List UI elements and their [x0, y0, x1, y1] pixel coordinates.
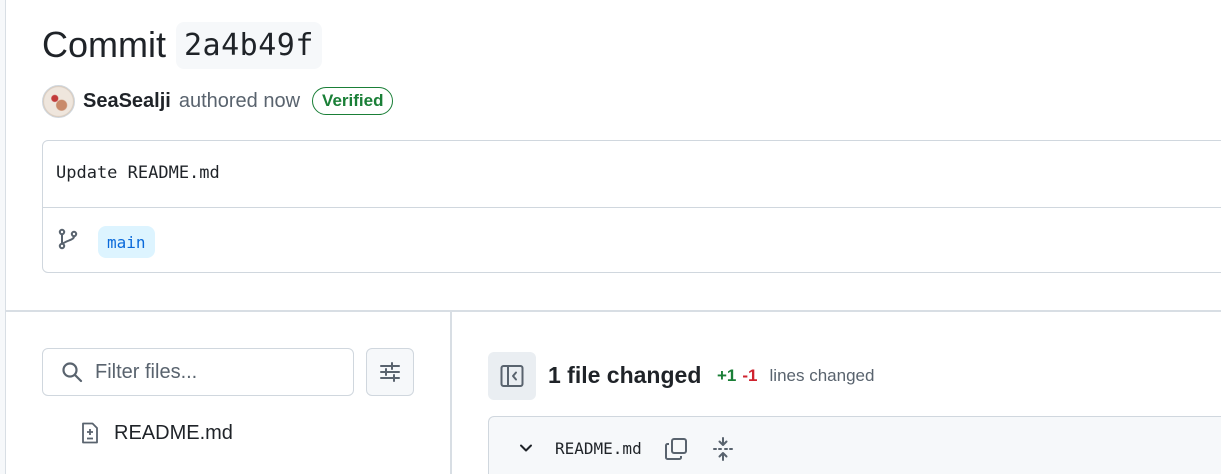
diff-file-header: README.md — [488, 416, 1221, 474]
commit-message: Update README.md — [56, 163, 220, 183]
files-changed-count: 1 file changed — [548, 362, 702, 388]
filter-placeholder: Filter files... — [95, 360, 198, 383]
left-edge-rule — [0, 0, 6, 474]
avatar[interactable] — [42, 84, 75, 118]
author-row: SeaSealji authored now Verified — [42, 84, 394, 118]
file-tree-item[interactable]: README.md — [78, 418, 233, 448]
chevron-down-icon[interactable] — [517, 439, 535, 457]
copy-icon[interactable] — [663, 436, 689, 462]
search-icon — [61, 361, 83, 383]
commit-title: Commit 2a4b49f — [42, 18, 322, 72]
toggle-file-tree-button[interactable] — [488, 352, 536, 400]
commit-message-card: Update README.md main — [42, 140, 1221, 273]
card-divider — [43, 207, 1221, 208]
diffstat: +1 -1 lines changed — [717, 366, 874, 386]
commit-page: Commit 2a4b49f SeaSealji authored now Ve… — [0, 0, 1221, 474]
sliders-icon — [379, 361, 401, 383]
filter-files-input[interactable]: Filter files... — [42, 348, 354, 396]
pane-divider[interactable] — [450, 312, 452, 474]
page-title: Commit — [42, 24, 166, 65]
lines-changed-label: lines changed — [769, 366, 875, 385]
deletions-count: -1 — [742, 366, 758, 385]
authored-time: authored now — [178, 89, 301, 112]
author-name-link[interactable]: SeaSealji — [83, 90, 171, 113]
file-tree-item-label: README.md — [114, 421, 233, 444]
section-divider — [6, 310, 1221, 312]
verified-badge[interactable]: Verified — [312, 87, 394, 115]
commit-sha[interactable]: 2a4b49f — [176, 21, 322, 69]
branch-label[interactable]: main — [98, 226, 155, 258]
additions-count: +1 — [717, 366, 737, 385]
filter-settings-button[interactable] — [366, 348, 414, 396]
diff-file-name[interactable]: README.md — [555, 439, 642, 458]
expand-all-icon[interactable] — [711, 436, 735, 462]
git-branch-icon — [56, 227, 80, 251]
sidebar-collapse-icon — [499, 363, 525, 389]
file-diff-icon — [78, 421, 102, 445]
